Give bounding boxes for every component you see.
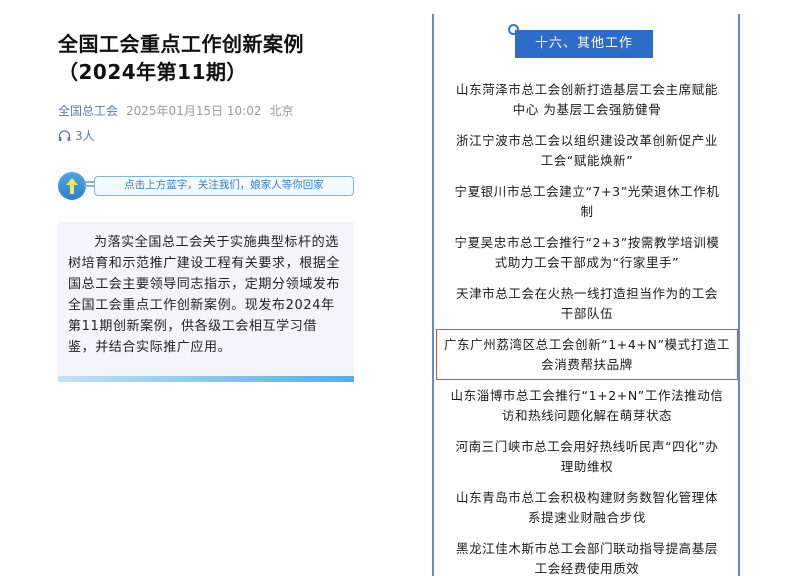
left-border-line bbox=[432, 14, 434, 576]
case-item-highlighted[interactable]: 广东广州荔湾区总工会创新“1+4+N”模式打造工会消费帮扶品牌 bbox=[436, 329, 738, 380]
article-meta: 全国总工会 2025年01月15日 10:02 北京 bbox=[58, 102, 358, 119]
case-item[interactable]: 山东青岛市总工会积极构建财务数智化管理体系提速业财融合步伐 bbox=[446, 482, 728, 533]
article-source-link[interactable]: 全国总工会 bbox=[58, 102, 118, 119]
case-item[interactable]: 河南三门峡市总工会用好热线听民声“四化”办理助维权 bbox=[446, 431, 728, 482]
case-item[interactable]: 黑龙江佳木斯市总工会部门联动指导提高基层工会经费使用质效 bbox=[446, 533, 728, 576]
right-border-line bbox=[738, 14, 740, 576]
listen-count-label: 3人 bbox=[75, 129, 95, 143]
case-list: 山东菏泽市总工会创新打造基层工会主席赋能中心 为基层工会强筋健骨 浙江宁波市总工… bbox=[436, 74, 738, 576]
follow-banner[interactable]: 点击上方蓝字，关注我们，娘家人等你回家 bbox=[58, 172, 354, 200]
section-panel: 十六、其他工作 山东菏泽市总工会创新打造基层工会主席赋能中心 为基层工会强筋健骨… bbox=[432, 14, 740, 576]
case-item[interactable]: 宁夏银川市总工会建立“7+3”光荣退休工作机制 bbox=[446, 176, 728, 227]
article-header: 全国工会重点工作创新案例（2024年第11期） 全国总工会 2025年01月15… bbox=[58, 30, 358, 144]
headphones-icon bbox=[58, 129, 71, 141]
case-item[interactable]: 浙江宁波市总工会以组织建设改革创新促产业工会“赋能焕新” bbox=[446, 125, 728, 176]
intro-box: 为落实全国总工会关于实施典型标杆的选树培育和示范推广建设工程有关要求，根据全国总… bbox=[58, 222, 354, 376]
case-item[interactable]: 山东菏泽市总工会创新打造基层工会主席赋能中心 为基层工会强筋健骨 bbox=[446, 74, 728, 125]
article-title: 全国工会重点工作创新案例（2024年第11期） bbox=[58, 32, 304, 84]
article-location: 北京 bbox=[269, 104, 294, 118]
intro-underline-bar bbox=[58, 376, 354, 382]
intro-paragraph: 为落实全国总工会关于实施典型标杆的选树培育和示范推广建设工程有关要求，根据全国总… bbox=[68, 235, 341, 355]
case-item[interactable]: 山东淄博市总工会推行“1+2+N”工作法推动信访和热线问题化解在萌芽状态 bbox=[446, 380, 728, 431]
article-datetime: 2025年01月15日 10:02 bbox=[126, 104, 262, 118]
case-item[interactable]: 宁夏吴忠市总工会推行“2+3”按需教学培训模式助力工会干部成为“行家里手” bbox=[446, 227, 728, 278]
up-arrow-icon bbox=[58, 172, 86, 200]
listen-count[interactable]: 3人 bbox=[58, 127, 358, 144]
follow-banner-text: 点击上方蓝字，关注我们，娘家人等你回家 bbox=[94, 176, 354, 196]
section-title: 十六、其他工作 bbox=[515, 30, 653, 58]
case-item[interactable]: 天津市总工会在火热一线打造担当作为的工会干部队伍 bbox=[446, 278, 728, 329]
